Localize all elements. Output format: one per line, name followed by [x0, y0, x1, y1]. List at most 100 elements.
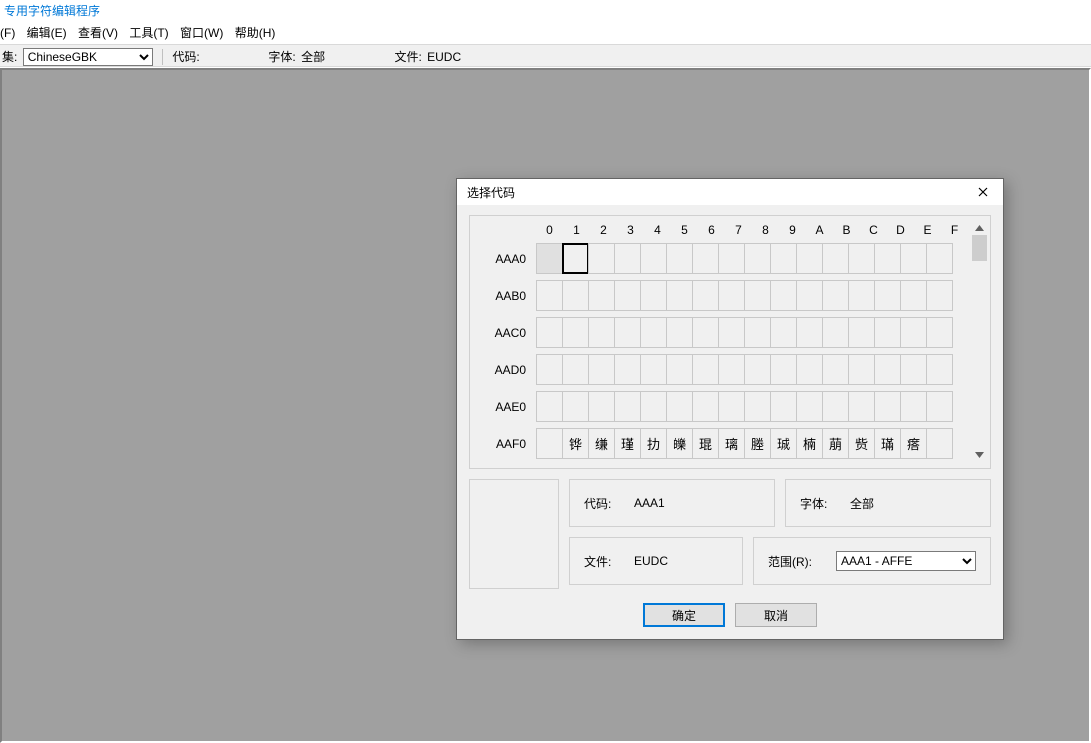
- grid-cell[interactable]: [848, 317, 875, 348]
- grid-cell[interactable]: 皪: [666, 428, 693, 459]
- menu-tools[interactable]: 工具(T): [129, 22, 176, 44]
- grid-cell[interactable]: [536, 391, 563, 422]
- grid-cell[interactable]: [926, 317, 953, 348]
- menu-file[interactable]: (F): [0, 22, 23, 44]
- grid-cell[interactable]: [770, 391, 797, 422]
- grid-cell[interactable]: 铧: [562, 428, 589, 459]
- grid-cell[interactable]: [770, 354, 797, 385]
- grid-cell[interactable]: [640, 280, 667, 311]
- grid-cell[interactable]: 璊: [874, 428, 901, 459]
- grid-cell[interactable]: [900, 317, 927, 348]
- grid-cell[interactable]: [536, 243, 563, 274]
- ok-button[interactable]: 确定: [643, 603, 725, 627]
- grid-cell[interactable]: [744, 243, 771, 274]
- grid-cell[interactable]: [926, 391, 953, 422]
- grid-cell[interactable]: [562, 280, 589, 311]
- grid-cell[interactable]: [588, 391, 615, 422]
- grid-cell[interactable]: [822, 391, 849, 422]
- grid-cell[interactable]: [640, 317, 667, 348]
- grid-cell[interactable]: [874, 243, 901, 274]
- grid-cell[interactable]: 瑾: [614, 428, 641, 459]
- grid-cell[interactable]: 赀: [848, 428, 875, 459]
- grid-cell[interactable]: [666, 317, 693, 348]
- grid-cell[interactable]: [666, 243, 693, 274]
- grid-cell[interactable]: [536, 428, 563, 459]
- grid-cell[interactable]: [614, 243, 641, 274]
- grid-cell[interactable]: [744, 280, 771, 311]
- grid-cell[interactable]: [562, 391, 589, 422]
- grid-cell[interactable]: [718, 317, 745, 348]
- grid-cell[interactable]: [874, 317, 901, 348]
- grid-cell[interactable]: [640, 243, 667, 274]
- grid-cell[interactable]: [640, 391, 667, 422]
- grid-cell[interactable]: [640, 354, 667, 385]
- grid-cell[interactable]: [614, 280, 641, 311]
- grid-cell[interactable]: [666, 354, 693, 385]
- grid-cell[interactable]: [562, 317, 589, 348]
- grid-cell[interactable]: [822, 317, 849, 348]
- grid-cell[interactable]: [822, 280, 849, 311]
- grid-cell[interactable]: [718, 354, 745, 385]
- scroll-track[interactable]: [972, 235, 987, 447]
- grid-cell[interactable]: [692, 391, 719, 422]
- grid-cell[interactable]: [588, 280, 615, 311]
- grid-cell[interactable]: [900, 243, 927, 274]
- grid-cell[interactable]: [874, 354, 901, 385]
- grid-cell[interactable]: [796, 280, 823, 311]
- grid-cell[interactable]: [692, 243, 719, 274]
- grid-cell[interactable]: [614, 391, 641, 422]
- cancel-button[interactable]: 取消: [735, 603, 817, 627]
- close-button[interactable]: [963, 179, 1003, 205]
- grid-cell[interactable]: [666, 391, 693, 422]
- grid-cell[interactable]: [718, 391, 745, 422]
- grid-cell[interactable]: [692, 354, 719, 385]
- grid-cell[interactable]: [770, 317, 797, 348]
- grid-cell[interactable]: [848, 243, 875, 274]
- grid-cell[interactable]: [744, 354, 771, 385]
- grid-cell[interactable]: 扐: [640, 428, 667, 459]
- grid-cell[interactable]: [770, 280, 797, 311]
- grid-cell[interactable]: [666, 280, 693, 311]
- grid-cell[interactable]: [796, 317, 823, 348]
- grid-cell[interactable]: 楠: [796, 428, 823, 459]
- grid-cell[interactable]: [848, 391, 875, 422]
- menu-view[interactable]: 查看(V): [78, 22, 126, 44]
- range-select[interactable]: AAA1 - AFFE: [836, 551, 976, 571]
- grid-cell[interactable]: [588, 354, 615, 385]
- grid-cell[interactable]: [822, 354, 849, 385]
- grid-cell[interactable]: [874, 280, 901, 311]
- scroll-up-icon[interactable]: [972, 220, 987, 235]
- grid-cell[interactable]: [562, 243, 589, 274]
- grid-cell[interactable]: [718, 243, 745, 274]
- grid-cell[interactable]: [796, 354, 823, 385]
- grid-cell[interactable]: [718, 280, 745, 311]
- grid-cell[interactable]: [536, 354, 563, 385]
- grid-cell[interactable]: [796, 243, 823, 274]
- grid-cell[interactable]: 珹: [770, 428, 797, 459]
- grid-cell[interactable]: [848, 354, 875, 385]
- menu-window[interactable]: 窗口(W): [180, 22, 231, 44]
- scroll-thumb[interactable]: [972, 235, 987, 261]
- grid-cell[interactable]: [536, 280, 563, 311]
- grid-cell[interactable]: [614, 354, 641, 385]
- grid-cell[interactable]: [744, 317, 771, 348]
- grid-cell[interactable]: [770, 243, 797, 274]
- menu-edit[interactable]: 编辑(E): [27, 22, 75, 44]
- scroll-down-icon[interactable]: [972, 447, 987, 462]
- grid-scrollbar[interactable]: [972, 220, 987, 462]
- grid-cell[interactable]: 塍: [744, 428, 771, 459]
- grid-cell[interactable]: [926, 243, 953, 274]
- grid-cell[interactable]: [926, 280, 953, 311]
- grid-cell[interactable]: [562, 354, 589, 385]
- grid-cell[interactable]: [900, 354, 927, 385]
- grid-cell[interactable]: [900, 391, 927, 422]
- grid-cell[interactable]: [536, 317, 563, 348]
- grid-cell[interactable]: 璃: [718, 428, 745, 459]
- charset-select[interactable]: ChineseGBK: [23, 48, 153, 66]
- grid-cell[interactable]: [796, 391, 823, 422]
- grid-cell[interactable]: 琨: [692, 428, 719, 459]
- grid-cell[interactable]: [926, 354, 953, 385]
- grid-cell[interactable]: 萠: [822, 428, 849, 459]
- grid-cell[interactable]: [874, 391, 901, 422]
- grid-cell[interactable]: [692, 317, 719, 348]
